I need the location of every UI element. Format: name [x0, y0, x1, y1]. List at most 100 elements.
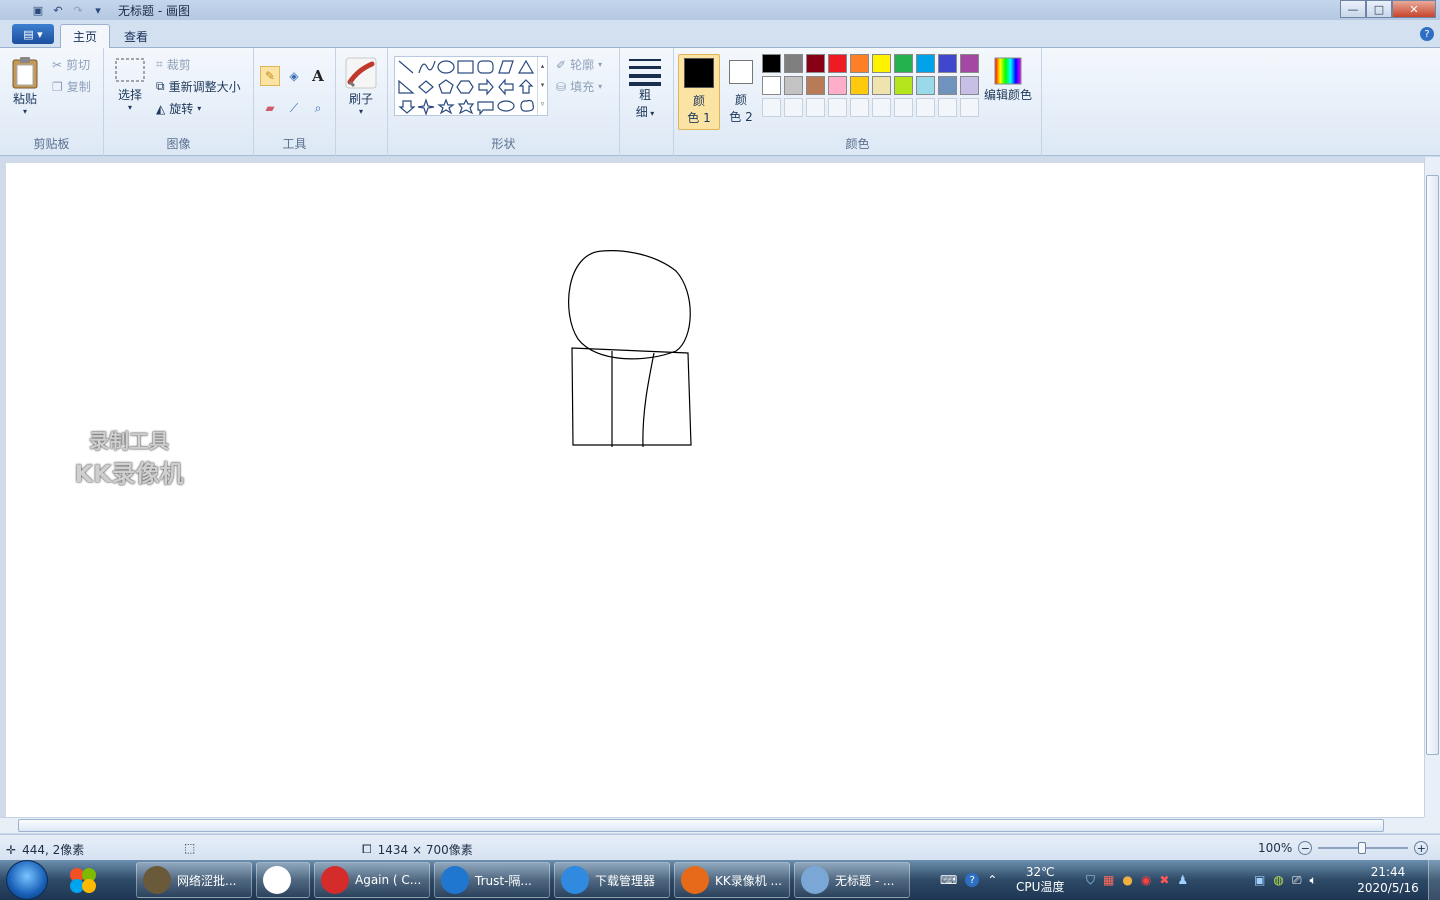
- palette-swatch[interactable]: [960, 54, 979, 73]
- selection-icon: ⬚: [184, 841, 196, 855]
- taskbar-item[interactable]: 网络涩批...: [136, 862, 252, 898]
- outline-button[interactable]: ✐ 轮廓 ▾: [556, 56, 602, 73]
- text-tool[interactable]: A: [308, 66, 328, 86]
- customize-qat-icon[interactable]: ▾: [90, 3, 106, 17]
- custom-color-slot[interactable]: [850, 98, 869, 117]
- people-icon[interactable]: ♟: [1177, 873, 1188, 887]
- zoom-slider[interactable]: [1318, 842, 1409, 854]
- palette-swatch[interactable]: [960, 76, 979, 95]
- help-tray-icon[interactable]: ?: [965, 873, 980, 887]
- cut-button[interactable]: ✂ 剪切: [52, 56, 90, 73]
- color2-button[interactable]: 颜 色 2: [720, 54, 762, 130]
- custom-color-slot[interactable]: [828, 98, 847, 117]
- palette-swatch[interactable]: [894, 54, 913, 73]
- palette-swatch[interactable]: [872, 54, 891, 73]
- network-adapter-icon[interactable]: ▣: [1254, 873, 1265, 887]
- save-icon[interactable]: ▣: [30, 3, 46, 17]
- palette-swatch[interactable]: [828, 76, 847, 95]
- palette-swatch[interactable]: [872, 76, 891, 95]
- taskbar-item[interactable]: Again ( C...: [314, 862, 430, 898]
- select-button[interactable]: 选择 ▾: [114, 56, 146, 112]
- crop-button[interactable]: ⌗ 裁剪: [156, 56, 191, 73]
- tab-view[interactable]: 查看: [112, 24, 160, 48]
- undo-icon[interactable]: ↶: [50, 3, 66, 17]
- taskbar-item[interactable]: KK录像机 ...: [674, 862, 790, 898]
- security-icon[interactable]: ✖: [1159, 873, 1169, 887]
- palette-swatch[interactable]: [894, 76, 913, 95]
- custom-color-slot[interactable]: [762, 98, 781, 117]
- palette-swatch[interactable]: [850, 76, 869, 95]
- palette-swatch[interactable]: [938, 54, 957, 73]
- network-icon[interactable]: ⎚: [1292, 873, 1302, 888]
- paste-button[interactable]: 粘贴 ▾: [10, 56, 40, 116]
- custom-color-slot[interactable]: [916, 98, 935, 117]
- zoom-in-button[interactable]: +: [1414, 841, 1429, 855]
- pinned-app-icon[interactable]: [68, 866, 98, 894]
- vertical-scrollbar[interactable]: [1424, 157, 1440, 817]
- color2-swatch: [729, 60, 753, 84]
- shapes-gallery[interactable]: ▴ ▾ ▿: [394, 56, 548, 116]
- zoom-out-button[interactable]: −: [1298, 841, 1313, 855]
- keyboard-icon[interactable]: ⌨: [940, 873, 957, 887]
- app-tray-icon[interactable]: ●: [1122, 873, 1132, 887]
- magnifier-tool[interactable]: ⌕: [308, 98, 328, 118]
- volume-icon[interactable]: 🔈︎: [1309, 873, 1316, 888]
- resize-button[interactable]: ⧉ 重新调整大小: [156, 78, 241, 95]
- color1-button[interactable]: 颜 色 1: [678, 54, 720, 130]
- size-button[interactable]: 粗 细 ▾: [628, 56, 662, 120]
- canvas-size-icon: ⧠: [362, 842, 372, 856]
- calendar-icon[interactable]: ▦: [1103, 873, 1114, 887]
- taskbar-item[interactable]: [256, 862, 310, 898]
- palette-swatch[interactable]: [916, 76, 935, 95]
- shapes-scroll[interactable]: ▴ ▾ ▿: [537, 57, 547, 115]
- custom-color-slot[interactable]: [938, 98, 957, 117]
- pencil-tool[interactable]: ✎: [260, 66, 280, 86]
- vertical-scroll-thumb[interactable]: [1426, 175, 1439, 755]
- paint-menu-button[interactable]: ▤ ▾: [12, 24, 54, 44]
- tab-home[interactable]: 主页: [60, 24, 111, 48]
- green-app-icon[interactable]: ◍: [1273, 873, 1283, 887]
- shield-icon[interactable]: ⛉: [1086, 873, 1095, 888]
- maximize-button[interactable]: □: [1366, 0, 1392, 18]
- palette-swatch[interactable]: [850, 54, 869, 73]
- palette-swatch[interactable]: [784, 54, 803, 73]
- palette-swatch[interactable]: [762, 76, 781, 95]
- taskbar-item[interactable]: 下载管理器: [554, 862, 670, 898]
- weibo-icon[interactable]: ◉: [1141, 873, 1151, 887]
- custom-color-slot[interactable]: [784, 98, 803, 117]
- palette-swatch[interactable]: [784, 76, 803, 95]
- edit-colors-button[interactable]: 编辑颜色: [984, 56, 1032, 103]
- show-desktop-button[interactable]: [1428, 860, 1440, 900]
- custom-color-slot[interactable]: [960, 98, 979, 117]
- palette-swatch[interactable]: [762, 54, 781, 73]
- palette-swatch[interactable]: [806, 76, 825, 95]
- taskbar-app-icon: [801, 866, 829, 894]
- copy-button[interactable]: ❐ 复制: [52, 78, 91, 95]
- horizontal-scroll-thumb[interactable]: [18, 819, 1384, 832]
- custom-color-slot[interactable]: [894, 98, 913, 117]
- taskbar-item[interactable]: Trust-隔...: [434, 862, 550, 898]
- clock[interactable]: 21:44 2020/5/16: [1356, 860, 1420, 900]
- fill-tool[interactable]: ◈: [284, 66, 304, 86]
- help-icon[interactable]: ?: [1420, 27, 1434, 41]
- drawing-canvas[interactable]: [6, 163, 1424, 817]
- custom-color-slot[interactable]: [806, 98, 825, 117]
- taskbar-item[interactable]: 无标题 - ...: [794, 862, 910, 898]
- palette-swatch[interactable]: [938, 76, 957, 95]
- tray-arrow-icon[interactable]: ⌃: [987, 873, 997, 887]
- horizontal-scrollbar[interactable]: [0, 817, 1424, 833]
- color-picker-tool[interactable]: ⟋: [284, 98, 304, 118]
- palette-swatch[interactable]: [828, 54, 847, 73]
- redo-icon[interactable]: ↷: [70, 3, 86, 17]
- cpu-temperature[interactable]: 32℃ CPU温度: [1016, 860, 1064, 900]
- close-button[interactable]: ✕: [1392, 0, 1436, 18]
- start-button[interactable]: [6, 860, 48, 900]
- brushes-button[interactable]: 刷子 ▾: [344, 56, 378, 116]
- palette-swatch[interactable]: [806, 54, 825, 73]
- rotate-button[interactable]: ◭ 旋转 ▾: [156, 100, 201, 117]
- eraser-tool[interactable]: ▰: [260, 98, 280, 118]
- custom-color-slot[interactable]: [872, 98, 891, 117]
- fill-button[interactable]: ⛁ 填充 ▾: [556, 78, 602, 95]
- palette-swatch[interactable]: [916, 54, 935, 73]
- minimize-button[interactable]: —: [1340, 0, 1366, 18]
